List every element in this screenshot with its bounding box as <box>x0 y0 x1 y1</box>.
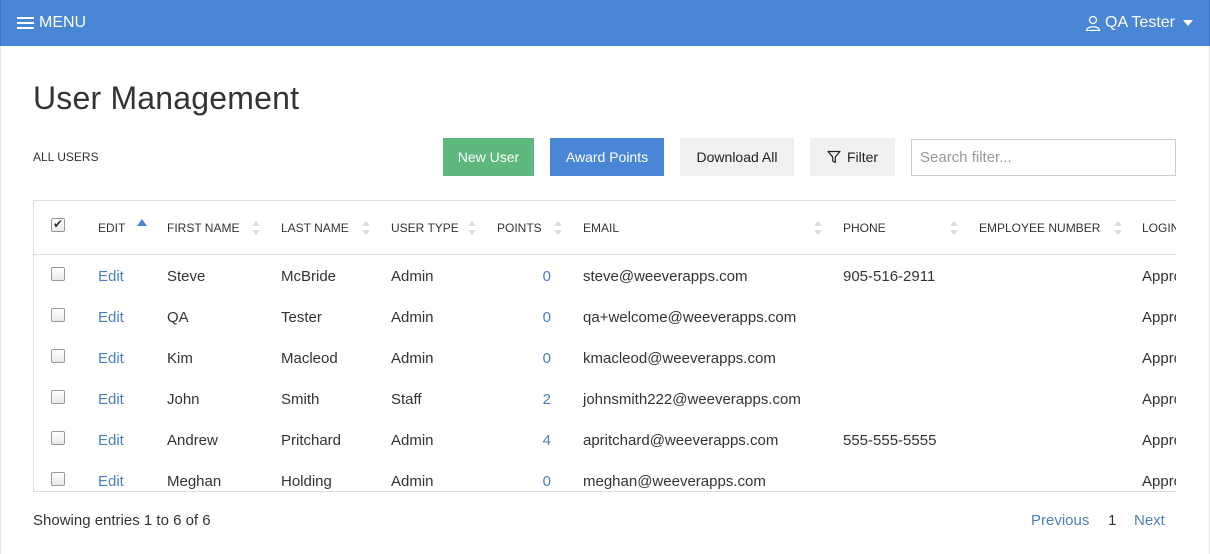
cell-email: qa+welcome@weeverapps.com <box>583 309 797 326</box>
column-header-first-name[interactable]: FIRST NAME <box>167 201 239 255</box>
cell-user-type: Admin <box>391 432 434 449</box>
pagination-previous[interactable]: Previous <box>1031 512 1089 529</box>
column-header-email[interactable]: EMAIL <box>583 201 619 255</box>
sort-icon <box>554 221 562 235</box>
table-header: EDIT FIRST NAME LAST NAME USER TYPE POIN… <box>34 201 1176 255</box>
column-header-phone[interactable]: PHONE <box>843 201 886 255</box>
cell-last-name: Macleod <box>281 350 338 367</box>
sort-ascending-icon <box>137 219 147 226</box>
edit-link[interactable]: Edit <box>98 420 124 461</box>
column-header-user-type[interactable]: USER TYPE <box>391 201 459 255</box>
row-checkbox[interactable] <box>51 267 65 281</box>
column-header-edit[interactable]: EDIT <box>98 201 125 255</box>
cell-user-type: Admin <box>391 268 434 285</box>
cell-login: Approved <box>1142 309 1176 326</box>
table-row: Edit Meghan Holding Admin 0 meghan@weeve… <box>34 461 1176 491</box>
cell-user-type: Admin <box>391 473 434 490</box>
cell-email: kmacleod@weeverapps.com <box>583 350 776 367</box>
user-name: QA Tester <box>1105 14 1175 31</box>
cell-last-name: Holding <box>281 473 332 490</box>
award-points-button[interactable]: Award Points <box>550 138 664 176</box>
cell-last-name: Smith <box>281 391 320 408</box>
row-checkbox[interactable] <box>51 472 65 486</box>
cell-login: Approved <box>1142 473 1176 490</box>
cell-user-type: Admin <box>391 309 434 326</box>
row-checkbox[interactable] <box>51 349 65 363</box>
cell-first-name: QA <box>167 309 189 326</box>
table-row: Edit QA Tester Admin 0 qa+welcome@weever… <box>34 297 1176 338</box>
column-header-points[interactable]: POINTS <box>497 201 542 255</box>
cell-user-type: Admin <box>391 350 434 367</box>
cell-first-name: Kim <box>167 350 193 367</box>
cell-first-name: Andrew <box>167 432 218 449</box>
download-all-button[interactable]: Download All <box>680 138 794 176</box>
cell-first-name: John <box>167 391 200 408</box>
cell-last-name: Pritchard <box>281 432 342 449</box>
user-menu-button[interactable]: QA Tester <box>1085 12 1193 34</box>
row-checkbox[interactable] <box>51 431 65 445</box>
cell-points-link[interactable]: 0 <box>511 256 551 297</box>
filter-label: Filter <box>846 149 879 165</box>
caret-down-icon <box>1183 20 1193 26</box>
sort-icon <box>362 221 370 235</box>
edit-link[interactable]: Edit <box>98 256 124 297</box>
row-checkbox[interactable] <box>51 390 65 404</box>
section-label: ALL USERS <box>33 150 99 164</box>
cell-last-name: McBride <box>281 268 337 285</box>
menu-button[interactable]: MENU <box>17 12 86 34</box>
column-header-last-name[interactable]: LAST NAME <box>281 201 349 255</box>
table-row: Edit Andrew Pritchard Admin 4 apritchard… <box>34 420 1176 461</box>
cell-points-link[interactable]: 4 <box>511 420 551 461</box>
cell-user-type: Staff <box>391 391 422 408</box>
cell-points-link[interactable]: 0 <box>511 461 551 491</box>
edit-link[interactable]: Edit <box>98 297 124 338</box>
cell-email: apritchard@weeverapps.com <box>583 432 779 449</box>
page-title: User Management <box>33 80 300 116</box>
cell-points-link[interactable]: 0 <box>511 297 551 338</box>
cell-points-link[interactable]: 2 <box>511 379 551 420</box>
edit-link[interactable]: Edit <box>98 461 124 491</box>
column-header-employee-number[interactable]: EMPLOYEE NUMBER <box>979 201 1100 255</box>
pagination-next[interactable]: Next <box>1134 512 1165 529</box>
cell-phone: 905-516-2911 <box>843 268 936 285</box>
sort-icon <box>1114 221 1122 235</box>
search-input[interactable] <box>911 139 1176 176</box>
table-row: Edit John Smith Staff 2 johnsmith222@wee… <box>34 379 1176 420</box>
menu-label: MENU <box>39 14 87 31</box>
cell-points-link[interactable]: 0 <box>511 338 551 379</box>
table-row: Edit Kim Macleod Admin 0 kmacleod@weever… <box>34 338 1176 379</box>
cell-first-name: Steve <box>167 268 206 285</box>
user-icon <box>1085 15 1101 31</box>
sort-icon <box>468 221 476 235</box>
pagination-current-page[interactable]: 1 <box>1108 512 1116 529</box>
users-table: EDIT FIRST NAME LAST NAME USER TYPE POIN… <box>33 200 1176 492</box>
cell-last-name: Tester <box>281 309 322 326</box>
cell-email: johnsmith222@weeverapps.com <box>583 391 801 408</box>
cell-login: Approved <box>1142 432 1176 449</box>
cell-login: Approved <box>1142 268 1176 285</box>
cell-first-name: Meghan <box>167 473 222 490</box>
cell-phone: 555-555-5555 <box>843 432 937 449</box>
edit-link[interactable]: Edit <box>98 338 124 379</box>
filter-icon <box>827 150 841 164</box>
entries-info: Showing entries 1 to 6 of 6 <box>33 512 211 529</box>
table-row: Edit Steve McBride Admin 0 steve@weevera… <box>34 256 1176 297</box>
sort-icon <box>814 221 822 235</box>
cell-email: meghan@weeverapps.com <box>583 473 766 490</box>
cell-email: steve@weeverapps.com <box>583 268 748 285</box>
cell-login: Approved <box>1142 350 1176 367</box>
hamburger-icon <box>17 17 34 29</box>
select-all-checkbox[interactable] <box>51 217 65 232</box>
column-header-login[interactable]: LOGIN <box>1142 201 1176 255</box>
edit-link[interactable]: Edit <box>98 379 124 420</box>
new-user-button[interactable]: New User <box>443 138 534 176</box>
filter-button[interactable]: Filter <box>810 138 895 176</box>
top-nav-bar: MENU QA Tester <box>0 0 1210 46</box>
sort-icon <box>252 221 260 235</box>
row-checkbox[interactable] <box>51 308 65 322</box>
sort-icon <box>950 221 958 235</box>
cell-login: Approved <box>1142 391 1176 408</box>
